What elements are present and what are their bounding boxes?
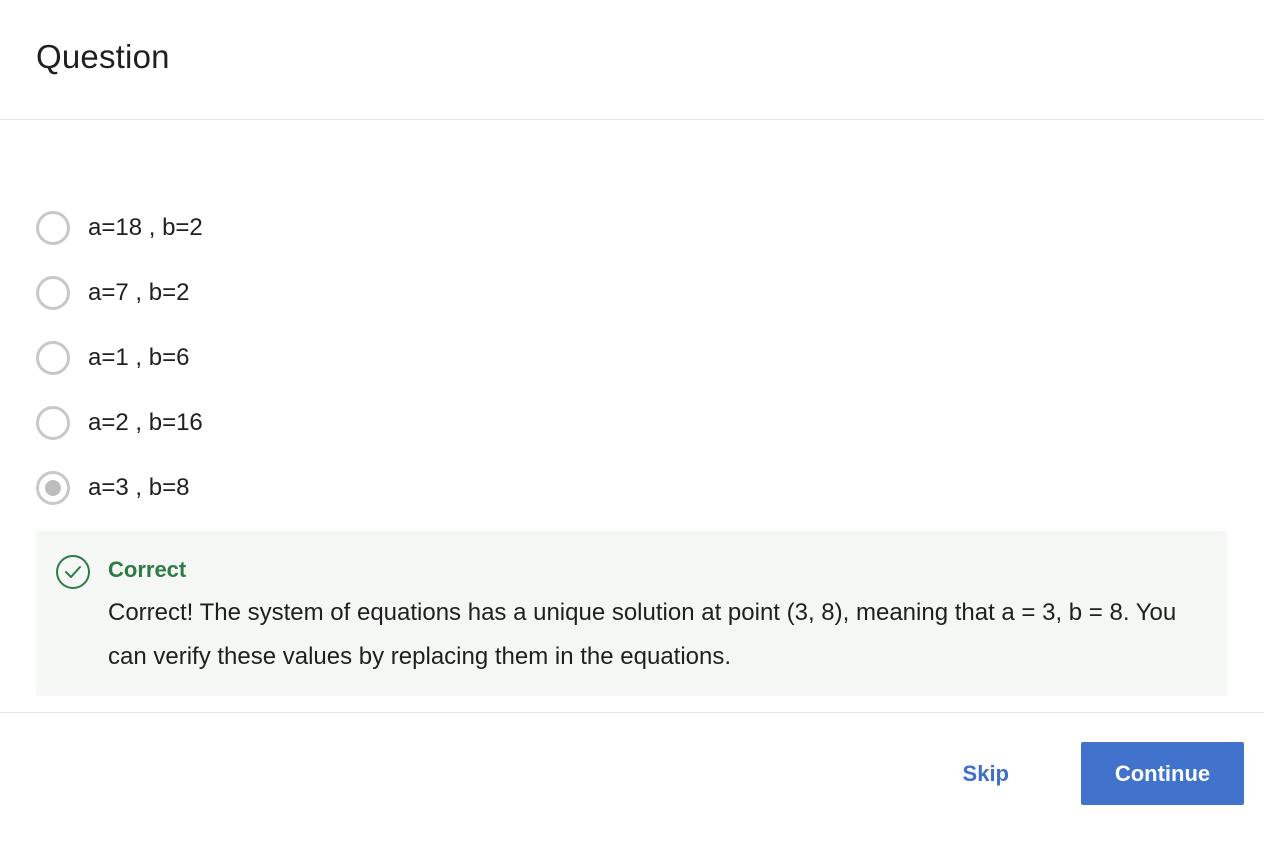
radio-button[interactable] (36, 276, 70, 310)
answer-option[interactable]: a=1 , b=6 (36, 336, 1228, 380)
answer-option[interactable]: a=2 , b=16 (36, 401, 1228, 445)
answer-option-label: a=7 , b=2 (88, 279, 190, 306)
question-body: a=18 , b=2 a=7 , b=2 a=1 , b=6 a=2 , b=1… (0, 120, 1264, 713)
answer-option[interactable]: a=18 , b=2 (36, 206, 1228, 250)
answer-option-label: a=18 , b=2 (88, 214, 203, 241)
answer-option[interactable]: a=7 , b=2 (36, 271, 1228, 315)
continue-button[interactable]: Continue (1081, 742, 1244, 805)
answer-option-label: a=2 , b=16 (88, 409, 203, 436)
skip-button[interactable]: Skip (963, 761, 1009, 787)
answer-option-label: a=1 , b=6 (88, 344, 190, 371)
answer-option-label: a=3 , b=8 (88, 474, 190, 501)
radio-button[interactable] (36, 211, 70, 245)
radio-button[interactable] (36, 341, 70, 375)
header: Question (0, 0, 1264, 120)
feedback-panel: Correct Correct! The system of equations… (36, 531, 1227, 696)
footer: Skip Continue (0, 713, 1264, 850)
check-circle-icon (56, 555, 90, 589)
answer-option-selected[interactable]: a=3 , b=8 (36, 466, 1228, 510)
radio-button[interactable] (36, 406, 70, 440)
radio-button-selected[interactable] (36, 471, 70, 505)
page-title: Question (36, 38, 170, 75)
feedback-status: Correct (108, 557, 187, 582)
feedback-message: Correct! The system of equations has a u… (108, 599, 1177, 670)
answer-options: a=18 , b=2 a=7 , b=2 a=1 , b=6 a=2 , b=1… (36, 206, 1228, 510)
